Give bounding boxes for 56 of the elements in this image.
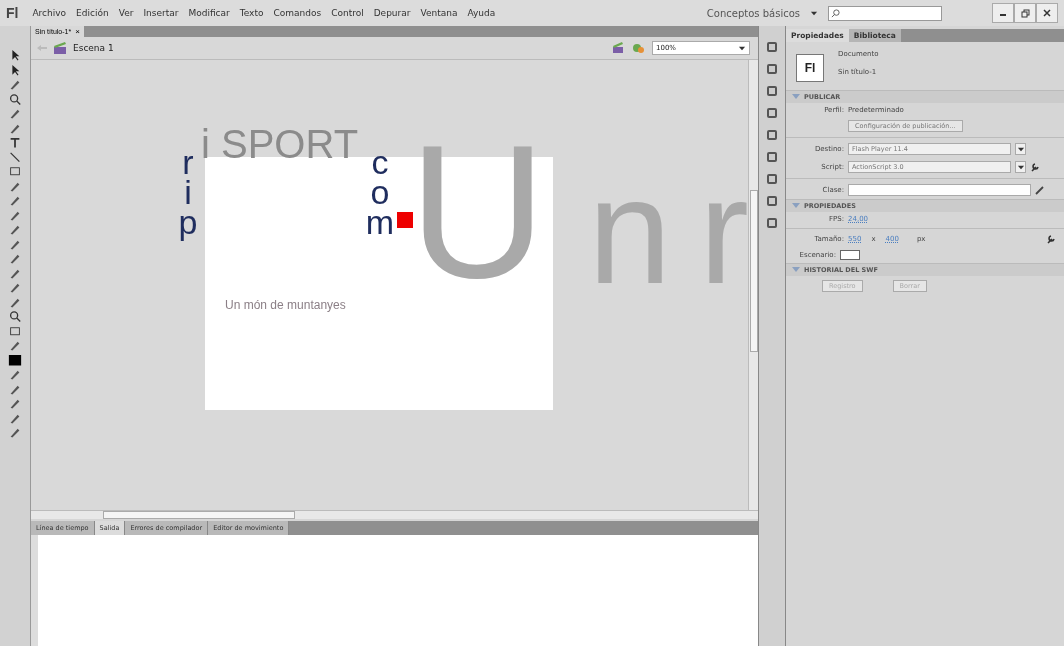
menu-item[interactable]: Ventana <box>420 8 458 18</box>
color-swatch[interactable] <box>8 352 22 367</box>
tab-close[interactable]: × <box>75 27 80 36</box>
pencil-icon[interactable] <box>1035 185 1045 195</box>
caret-icon[interactable] <box>1016 163 1025 171</box>
workspace-switcher[interactable]: Conceptos básicos <box>706 7 800 19</box>
caret-icon <box>738 44 746 52</box>
menu-item[interactable]: Control <box>331 8 364 18</box>
stage-text: com <box>367 144 393 243</box>
menu-item[interactable]: Modificar <box>188 8 230 18</box>
menu-item[interactable]: Depurar <box>373 8 411 18</box>
horizontal-scrollbar[interactable] <box>31 510 758 519</box>
magnifier-icon[interactable] <box>8 309 22 324</box>
panel-icon[interactable] <box>765 106 779 120</box>
panel-icon[interactable] <box>765 216 779 230</box>
menu-item[interactable]: Comandos <box>273 8 322 18</box>
menu-item[interactable]: Edición <box>76 8 109 18</box>
close-icon <box>1043 9 1051 17</box>
edit-scene-icon[interactable] <box>612 42 626 54</box>
menu-item[interactable]: Archivo <box>32 8 67 18</box>
panel-icon[interactable] <box>765 84 779 98</box>
caption-text: Un món de muntanyes <box>225 299 346 311</box>
search-field[interactable] <box>828 5 942 21</box>
clapperboard-icon <box>53 42 67 54</box>
document-icon: Fl <box>796 54 824 82</box>
caret-icon[interactable] <box>1016 145 1025 153</box>
panel-icon[interactable] <box>765 62 779 76</box>
panel-icon[interactable] <box>765 150 779 164</box>
panel-icon[interactable] <box>765 172 779 186</box>
stage-text: i SPORT <box>201 124 359 164</box>
text-tool-icon[interactable] <box>8 135 22 150</box>
expanded-icon <box>792 94 800 100</box>
expanded-icon <box>792 267 800 273</box>
stage-text: rip <box>177 144 199 243</box>
menu-item[interactable]: Ver <box>118 8 134 18</box>
expanded-icon <box>792 203 800 209</box>
close-button[interactable] <box>1036 3 1058 23</box>
restore-icon <box>1020 8 1030 18</box>
vertical-scrollbar[interactable] <box>748 60 758 510</box>
scene-label[interactable]: Escena 1 <box>73 43 114 53</box>
menu-item[interactable]: Insertar <box>143 8 179 18</box>
caret-icon[interactable] <box>810 9 818 17</box>
panel-icon[interactable] <box>765 194 779 208</box>
magnifier-icon[interactable] <box>8 91 22 106</box>
class-field[interactable] <box>848 184 1031 196</box>
panel-icon[interactable] <box>765 128 779 142</box>
menu-item[interactable]: Texto <box>239 8 264 18</box>
stage-text: U <box>409 116 547 306</box>
app-logo: Fl <box>6 5 19 21</box>
minimize-button[interactable] <box>992 3 1014 23</box>
search-icon <box>831 8 840 18</box>
restore-button[interactable] <box>1014 3 1036 23</box>
square-shape <box>397 212 413 228</box>
menu-item[interactable]: Ayuda <box>467 8 496 18</box>
stage-color-swatch[interactable] <box>840 250 860 260</box>
panel-icon[interactable] <box>765 40 779 54</box>
